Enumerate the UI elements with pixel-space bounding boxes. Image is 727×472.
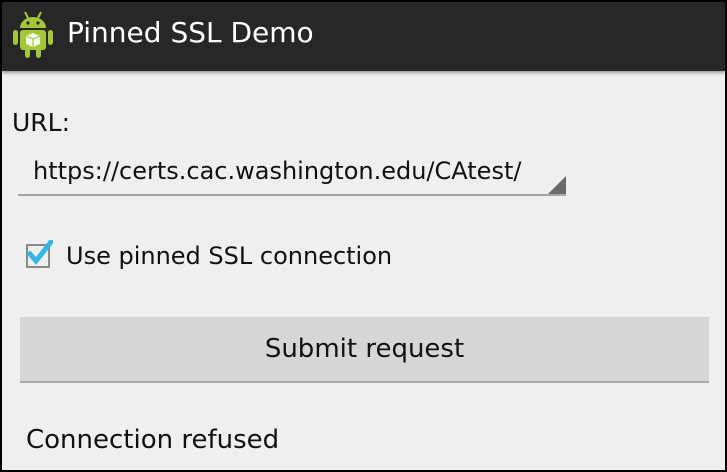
android-robot-icon bbox=[13, 11, 53, 58]
url-spinner[interactable]: https://certs.cac.washington.edu/CAtest/ bbox=[18, 152, 566, 196]
app-window: Pinned SSL Demo URL: https://certs.cac.w… bbox=[0, 0, 727, 472]
action-bar: Pinned SSL Demo bbox=[2, 2, 725, 71]
app-title: Pinned SSL Demo bbox=[67, 16, 314, 49]
url-label: URL: bbox=[12, 108, 71, 137]
spinner-dropdown-arrow-icon bbox=[548, 176, 566, 194]
status-message: Connection refused bbox=[26, 425, 280, 455]
pinned-ssl-label: Use pinned SSL connection bbox=[66, 242, 393, 270]
submit-request-button[interactable]: Submit request bbox=[20, 317, 709, 383]
url-spinner-value: https://certs.cac.washington.edu/CAtest/ bbox=[33, 157, 522, 185]
checkbox-checked-icon[interactable] bbox=[24, 240, 53, 269]
spinner-underline bbox=[18, 194, 566, 196]
